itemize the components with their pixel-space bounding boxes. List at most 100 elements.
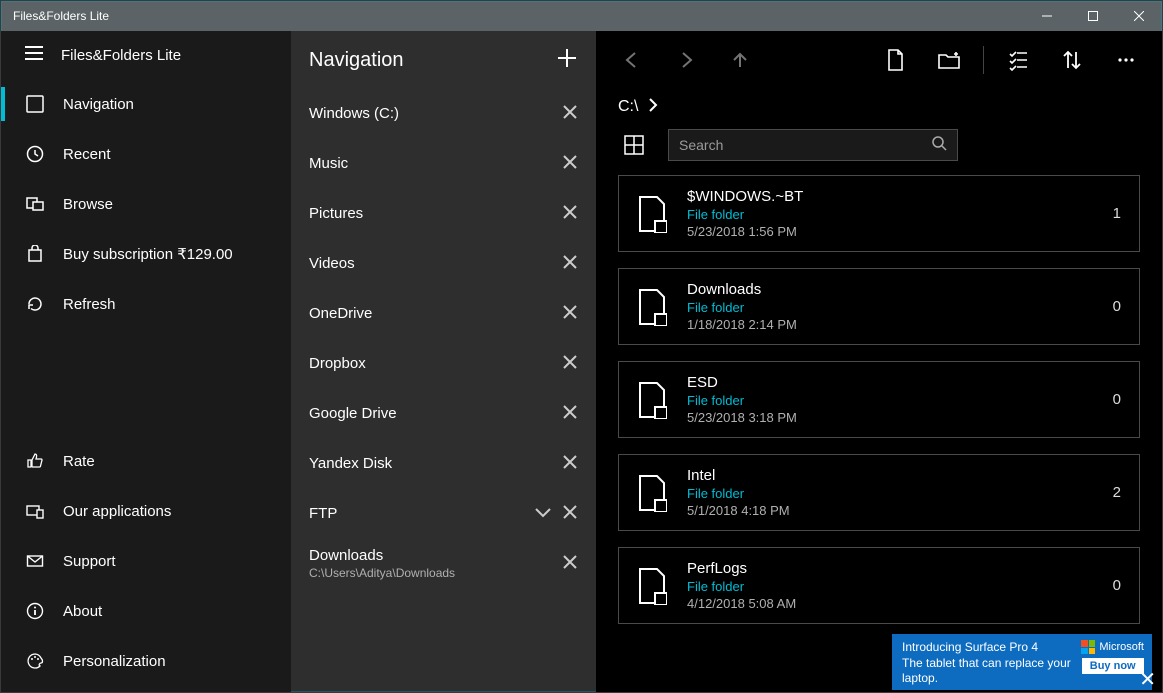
breadcrumb[interactable]: C:\ [596, 89, 1162, 125]
advert-brand: Microsoft [1099, 641, 1144, 653]
sidebar-item-ourapps[interactable]: Our applications [1, 486, 291, 536]
file-card[interactable]: $WINDOWS.~BT File folder 5/23/2018 1:56 … [618, 175, 1140, 252]
nav-item[interactable]: Music [291, 139, 596, 189]
nav-item[interactable]: Videos [291, 239, 596, 289]
sidebar-item-personalization[interactable]: Personalization [1, 636, 291, 686]
file-meta: ESD File folder 5/23/2018 3:18 PM [687, 374, 1093, 425]
sidebar-item-label: Browse [63, 196, 113, 213]
sidebar-item-about[interactable]: About [1, 586, 291, 636]
file-card[interactable]: Downloads File folder 1/18/2018 2:14 PM … [618, 268, 1140, 345]
thumbs-up-icon [25, 452, 45, 470]
view-grid-button[interactable] [614, 125, 654, 165]
nav-item[interactable]: Downloads C:\Users\Aditya\Downloads [291, 539, 596, 589]
file-name: Downloads [687, 281, 1093, 298]
window-title: Files&Folders Lite [13, 9, 1024, 23]
sidebar-item-support[interactable]: Support [1, 536, 291, 586]
nav-item-text: Pictures [309, 205, 552, 224]
maximize-button[interactable] [1070, 1, 1116, 31]
sidebar-item-buy[interactable]: Buy subscription ₹129.00 [1, 229, 291, 279]
breadcrumb-path: C:\ [618, 98, 638, 116]
nav-title: Navigation [309, 49, 556, 72]
file-card[interactable]: Intel File folder 5/1/2018 4:18 PM 2 [618, 454, 1140, 531]
select-button[interactable] [994, 36, 1042, 84]
mail-icon [25, 552, 45, 570]
file-card[interactable]: ESD File folder 5/23/2018 3:18 PM 0 [618, 361, 1140, 438]
nav-item-label: Dropbox [309, 355, 552, 374]
folder-icon [637, 195, 667, 233]
remove-icon[interactable] [562, 454, 578, 474]
file-name: $WINDOWS.~BT [687, 188, 1093, 205]
remove-icon[interactable] [562, 554, 578, 574]
sidebar-item-navigation[interactable]: Navigation [1, 79, 291, 129]
file-date: 5/1/2018 4:18 PM [687, 503, 1093, 518]
nav-item-text: FTP [309, 505, 524, 524]
file-kind: File folder [687, 486, 1093, 501]
hamburger-icon[interactable] [25, 46, 43, 64]
close-button[interactable] [1116, 1, 1162, 31]
remove-icon[interactable] [562, 154, 578, 174]
file-list: $WINDOWS.~BT File folder 5/23/2018 1:56 … [596, 165, 1162, 692]
sidebar-item-browse[interactable]: Browse [1, 179, 291, 229]
file-name: PerfLogs [687, 560, 1093, 577]
remove-icon[interactable] [562, 254, 578, 274]
sidebar-item-refresh[interactable]: Refresh [1, 279, 291, 329]
file-name: Intel [687, 467, 1093, 484]
refresh-icon [25, 295, 45, 313]
more-button[interactable] [1102, 36, 1150, 84]
advert-close-icon[interactable]: ✕ [1139, 670, 1156, 690]
search-input[interactable] [679, 137, 923, 153]
remove-icon[interactable] [562, 204, 578, 224]
sidebar-item-recent[interactable]: Recent [1, 129, 291, 179]
file-date: 5/23/2018 1:56 PM [687, 224, 1093, 239]
chevron-down-icon[interactable] [534, 506, 552, 523]
navigation-icon [25, 95, 45, 113]
search-input-container[interactable] [668, 129, 958, 161]
sort-button[interactable] [1048, 36, 1096, 84]
remove-icon[interactable] [562, 104, 578, 124]
remove-icon[interactable] [562, 354, 578, 374]
nav-item-text: Google Drive [309, 405, 552, 424]
nav-item-label: Pictures [309, 205, 552, 224]
sidebar: Files&Folders Lite Navigation Recent Bro… [1, 31, 291, 692]
remove-icon[interactable] [562, 504, 578, 524]
file-kind: File folder [687, 207, 1093, 222]
sidebar-item-label: Buy subscription ₹129.00 [63, 245, 233, 263]
content-panel: C:\ $WINDOWS.~BT File folder 5/23/2018 1… [596, 31, 1162, 692]
advert-banner[interactable]: Introducing Surface Pro 4 The tablet tha… [892, 634, 1152, 690]
nav-item-text: Videos [309, 255, 552, 274]
nav-item-label: Videos [309, 255, 552, 274]
nav-item-label: OneDrive [309, 305, 552, 324]
nav-item[interactable]: Google Drive [291, 389, 596, 439]
sidebar-item-rate[interactable]: Rate [1, 436, 291, 486]
file-meta: $WINDOWS.~BT File folder 5/23/2018 1:56 … [687, 188, 1093, 239]
nav-item-text: Music [309, 155, 552, 174]
forward-button[interactable] [662, 36, 710, 84]
sidebar-item-label: Recent [63, 146, 111, 163]
add-icon[interactable] [556, 47, 578, 74]
back-button[interactable] [608, 36, 656, 84]
nav-item[interactable]: Pictures [291, 189, 596, 239]
nav-item[interactable]: Dropbox [291, 339, 596, 389]
new-folder-button[interactable] [925, 36, 973, 84]
file-card[interactable]: PerfLogs File folder 4/12/2018 5:08 AM 0 [618, 547, 1140, 624]
nav-item[interactable]: Windows (C:) [291, 89, 596, 139]
browse-icon [25, 195, 45, 213]
nav-header: Navigation [291, 31, 596, 89]
file-date: 5/23/2018 3:18 PM [687, 410, 1093, 425]
new-file-button[interactable] [871, 36, 919, 84]
nav-item-text: Windows (C:) [309, 105, 552, 124]
remove-icon[interactable] [562, 304, 578, 324]
nav-item[interactable]: Yandex Disk [291, 439, 596, 489]
advert-body: The tablet that can replace your laptop. [902, 656, 1073, 687]
remove-icon[interactable] [562, 404, 578, 424]
file-kind: File folder [687, 393, 1093, 408]
nav-item-label: Windows (C:) [309, 105, 552, 124]
up-button[interactable] [716, 36, 764, 84]
advert-cta-button[interactable]: Buy now [1082, 658, 1144, 674]
nav-item-label: Google Drive [309, 405, 552, 424]
nav-item[interactable]: FTP [291, 489, 596, 539]
nav-item[interactable]: OneDrive [291, 289, 596, 339]
minimize-button[interactable] [1024, 1, 1070, 31]
file-date: 1/18/2018 2:14 PM [687, 317, 1093, 332]
file-kind: File folder [687, 300, 1093, 315]
